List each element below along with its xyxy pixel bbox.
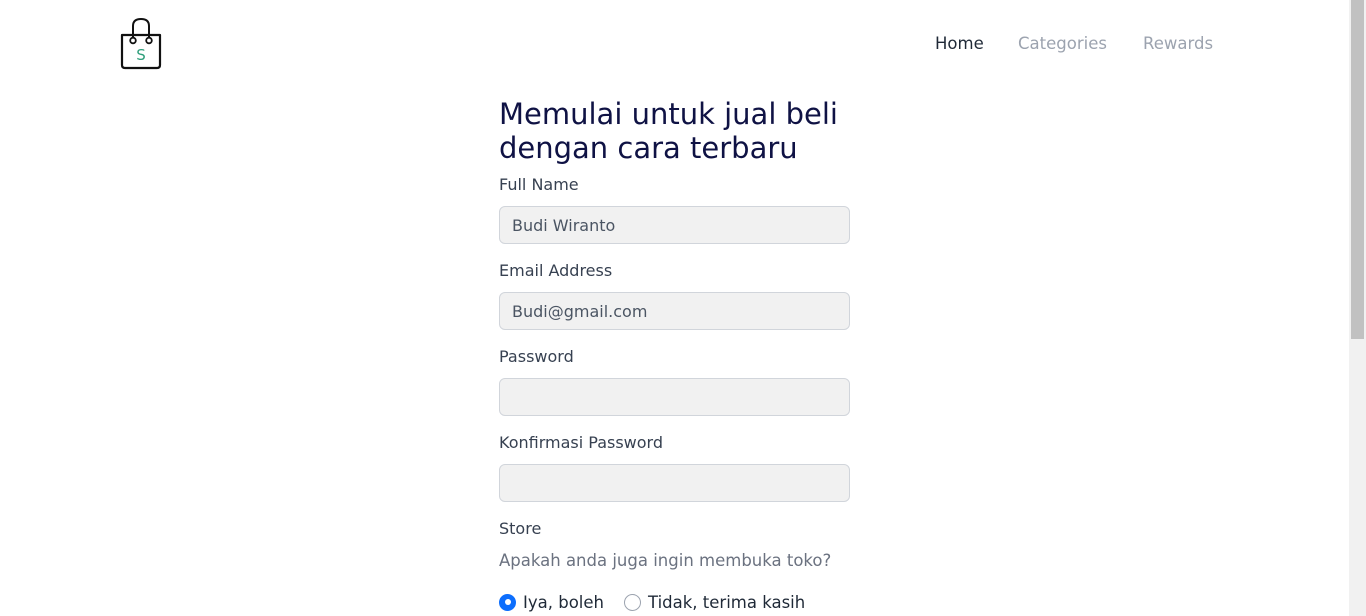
shopping-bag-logo-icon[interactable]: S [118,17,164,71]
page-title-line-1: Memulai untuk jual beli [499,97,838,131]
password-label: Password [499,347,574,366]
nav-rewards[interactable]: Rewards [1143,33,1213,55]
password-input[interactable] [499,378,850,416]
nav-home[interactable]: Home [935,33,984,55]
scrollbar-thumb[interactable] [1351,0,1364,339]
store-option-yes-label[interactable]: Iya, boleh [523,593,604,612]
page-title-line-2: dengan cara terbaru [499,131,798,165]
email-input[interactable] [499,292,850,330]
email-label: Email Address [499,261,613,280]
store-question: Apakah anda juga ingin membuka toko? [499,551,832,570]
store-option-no-radio[interactable] [624,593,641,611]
store-option-yes-radio[interactable] [499,593,516,611]
page: S Home Categories Rewards Memulai untuk … [0,0,1349,616]
nav-categories[interactable]: Categories [1018,33,1107,55]
store-label: Store [499,519,542,538]
vertical-scrollbar[interactable] [1349,0,1366,616]
page-title: Memulai untuk jual beli dengan cara terb… [499,97,919,165]
confirm-password-label: Konfirmasi Password [499,433,663,452]
full-name-label: Full Name [499,175,579,194]
full-name-input[interactable] [499,206,850,244]
confirm-password-input[interactable] [499,464,850,502]
store-option-no-label[interactable]: Tidak, terima kasih [648,593,805,612]
store-radio-group: Iya, boleh Tidak, terima kasih [499,591,805,613]
logo-letter: S [136,46,146,64]
